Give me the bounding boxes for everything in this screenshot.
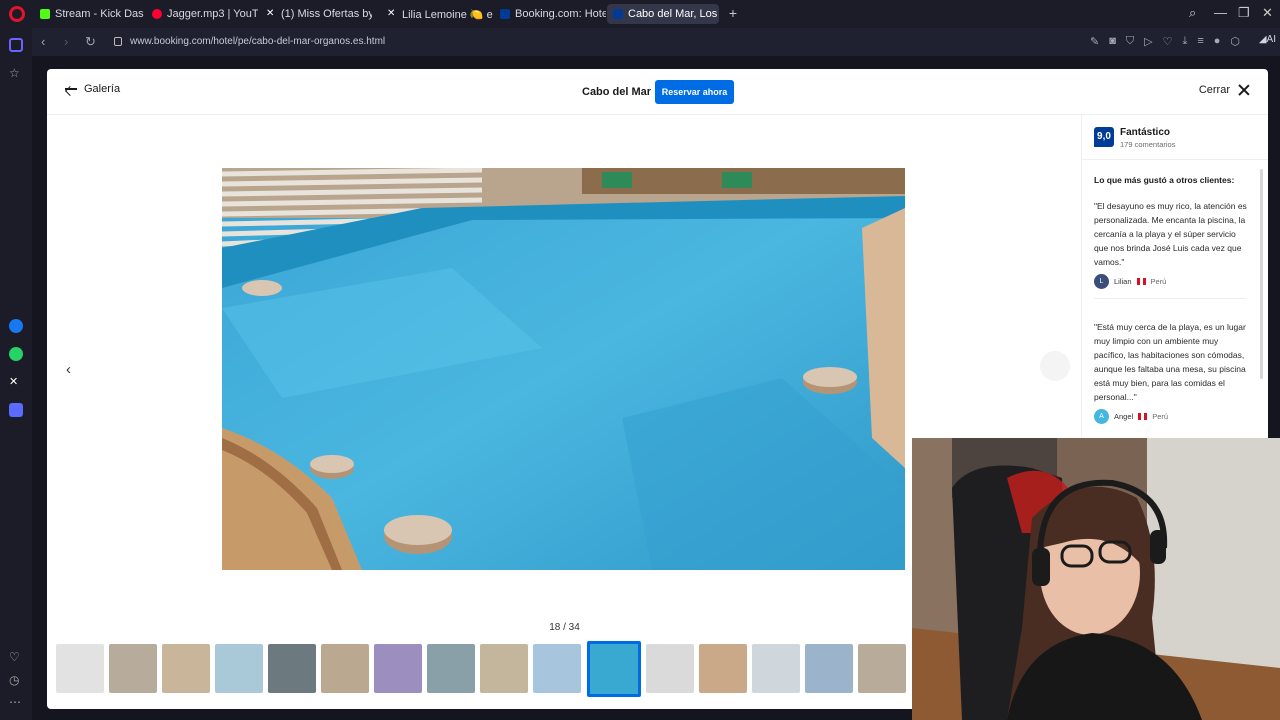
booking-icon xyxy=(613,9,623,19)
divider xyxy=(1094,298,1246,299)
reviewer-name: Lilian xyxy=(1114,277,1132,286)
download-icon[interactable]: ⤓ xyxy=(1182,35,1187,48)
review-quote: "El desayuno es muy rico, la atención es… xyxy=(1094,201,1247,267)
gallery-header: Galería Cabo del Mar Reservar ahora Cerr… xyxy=(47,69,1268,115)
thumbnail[interactable] xyxy=(109,644,157,693)
peru-flag-icon xyxy=(1138,413,1148,420)
thumbnail[interactable] xyxy=(374,644,422,693)
thumbnail[interactable] xyxy=(427,644,475,693)
thumbnail[interactable] xyxy=(858,644,906,693)
aria-icon: ◢ xyxy=(1258,34,1267,45)
url-field[interactable]: www.booking.com/hotel/pe/cabo-del-mar-or… xyxy=(130,36,385,47)
review-quote: "Está muy cerca de la playa, es un lugar… xyxy=(1094,322,1246,402)
back-icon[interactable]: ‹ xyxy=(41,34,45,49)
thumbnail[interactable] xyxy=(268,644,316,693)
ai-button[interactable]: ◢AI xyxy=(1259,34,1276,45)
thumbnail[interactable] xyxy=(162,644,210,693)
browser-sidebar: ☆ ✕ ♡ ◷ ⋯ xyxy=(0,28,32,720)
main-photo xyxy=(222,168,905,570)
tab-booking-hoteles[interactable]: Booking.com: Hoteles en xyxy=(494,4,606,24)
review-score-badge: 9,0 xyxy=(1094,127,1114,147)
avatar: A xyxy=(1094,409,1109,424)
extension-icon[interactable] xyxy=(9,403,23,417)
star-icon[interactable]: ☆ xyxy=(9,66,23,80)
avatar: L xyxy=(1094,274,1109,289)
reviews-heading: Lo que más gustó a otros clientes: xyxy=(1094,175,1235,185)
browser-tab-bar: Stream - Kick Dashboard Jagger.mp3 | You… xyxy=(0,0,1280,28)
hotel-name: Cabo del Mar xyxy=(582,86,652,98)
thumbnail[interactable] xyxy=(533,644,581,693)
home-icon[interactable] xyxy=(9,38,23,52)
review-count[interactable]: 179 comentarios xyxy=(1120,140,1175,149)
minimize-icon[interactable]: — xyxy=(1214,5,1227,20)
thumbnail[interactable] xyxy=(805,644,853,693)
new-tab-icon[interactable]: + xyxy=(726,6,740,20)
webcam-overlay xyxy=(912,438,1280,720)
extensions-icon[interactable]: ⬡ xyxy=(1230,35,1240,48)
thumbnail[interactable] xyxy=(480,644,528,693)
menu-icon[interactable]: ≡ xyxy=(1197,35,1203,48)
tab-cabo-del-mar[interactable]: Cabo del Mar, Los Órgano xyxy=(607,4,719,24)
search-tabs-icon[interactable]: ⌕ xyxy=(1189,5,1196,21)
review-score-label: Fantástico xyxy=(1120,127,1171,138)
close-gallery-button[interactable]: Cerrar xyxy=(1199,84,1250,96)
heart-icon[interactable]: ♡ xyxy=(1163,35,1173,48)
reviewer-name: Angel xyxy=(1114,412,1134,421)
tab-x-lilia[interactable]: ✕ Lilia Lemoine 🍋 en X: "@ xyxy=(381,4,493,24)
thumbnail[interactable] xyxy=(321,644,369,693)
reviewer-country: Perú xyxy=(1150,277,1167,286)
forward-icon[interactable]: › xyxy=(64,34,68,49)
tab-kick[interactable]: Stream - Kick Dashboard xyxy=(34,4,144,24)
reload-icon[interactable]: ↻ xyxy=(85,34,96,50)
lock-icon xyxy=(114,37,122,46)
arrow-left-icon xyxy=(64,83,78,95)
play-icon[interactable]: ▷ xyxy=(1144,35,1152,48)
reviewer-country: Perú xyxy=(1152,412,1169,421)
window-close-icon[interactable]: ✕ xyxy=(1262,5,1273,21)
profile-icon[interactable]: ● xyxy=(1214,35,1221,48)
shield-icon[interactable]: ⛉ xyxy=(1126,35,1134,48)
thumbnail[interactable] xyxy=(752,644,800,693)
kick-icon xyxy=(40,9,50,19)
thumbnail[interactable] xyxy=(215,644,263,693)
youtube-icon xyxy=(152,9,162,19)
previous-photo-icon[interactable]: ‹ xyxy=(66,361,80,378)
photo-counter: 18 / 34 xyxy=(549,622,580,633)
x-icon: ✕ xyxy=(266,8,275,19)
next-photo-button[interactable] xyxy=(1040,351,1070,381)
booking-icon xyxy=(500,9,510,19)
thumbnail[interactable] xyxy=(56,644,104,693)
thumbnail-strip xyxy=(56,641,916,697)
address-bar: ‹ › ↻ www.booking.com/hotel/pe/cabo-del-… xyxy=(32,28,1280,56)
heart-icon[interactable]: ♡ xyxy=(9,650,23,664)
close-icon xyxy=(1238,84,1250,96)
thumbnail[interactable] xyxy=(646,644,694,693)
thumbnail[interactable] xyxy=(699,644,747,693)
back-to-gallery-link[interactable]: Galería xyxy=(64,83,120,95)
review-author: A Angel Perú xyxy=(1094,409,1168,424)
tab-x-miss-ofertas[interactable]: ✕ (1) Miss Ofertas by Vero xyxy=(260,4,372,24)
x-icon[interactable]: ✕ xyxy=(9,375,23,389)
browser-toolbar: ✎ ◙ ⛉ ▷ ♡ ⤓ ≡ ● ⬡ xyxy=(1090,35,1240,48)
tab-youtube[interactable]: Jagger.mp3 | YouTube xyxy=(146,4,258,24)
more-icon[interactable]: ⋯ xyxy=(9,695,23,709)
reviews-scrollbar[interactable] xyxy=(1260,169,1263,379)
maximize-icon[interactable]: ❐ xyxy=(1238,5,1250,21)
history-icon[interactable]: ◷ xyxy=(9,673,23,687)
camera-icon[interactable]: ◙ xyxy=(1109,35,1116,48)
opera-logo-icon[interactable] xyxy=(9,6,25,22)
x-icon: ✕ xyxy=(387,8,396,19)
review-author: L Lilian Perú xyxy=(1094,274,1166,289)
peru-flag-icon xyxy=(1136,278,1146,285)
divider xyxy=(1082,159,1268,160)
whatsapp-icon[interactable] xyxy=(9,347,23,361)
thumbnail-selected[interactable] xyxy=(587,641,641,697)
messenger-icon[interactable] xyxy=(9,319,23,333)
reserve-now-button[interactable]: Reservar ahora xyxy=(655,80,734,104)
edit-icon[interactable]: ✎ xyxy=(1090,35,1099,48)
